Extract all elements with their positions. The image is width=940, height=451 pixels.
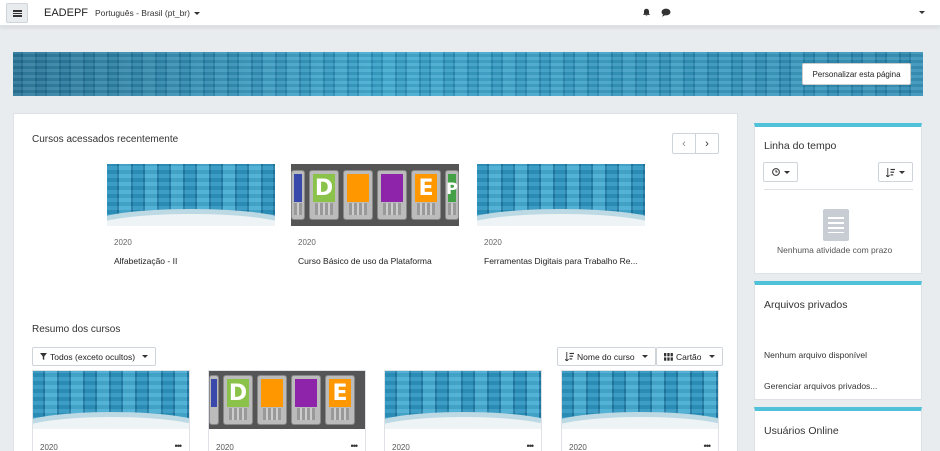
course-year: 2020 <box>569 443 587 451</box>
recent-courses-title: Cursos acessados recentemente <box>32 134 179 145</box>
timeline-filter-button[interactable] <box>763 162 798 182</box>
site-brand[interactable]: EADEPF <box>44 7 88 19</box>
private-files-block: Arquivos privados Nenhum arquivo disponí… <box>754 281 922 400</box>
course-overview-card[interactable]: 2020 ••• <box>561 370 719 451</box>
recent-nav-buttons: ‹ › <box>672 133 719 154</box>
more-actions-icon[interactable]: ••• <box>704 441 712 451</box>
course-year: 2020 <box>114 238 132 247</box>
course-image <box>107 164 275 226</box>
phone-image <box>377 170 407 220</box>
course-image <box>33 371 189 429</box>
phone-image: E <box>411 170 441 220</box>
chat-icon[interactable] <box>661 8 671 17</box>
menu-toggle-button[interactable] <box>6 3 28 23</box>
phone-image <box>343 170 373 220</box>
course-year: 2020 <box>216 443 234 451</box>
next-button[interactable]: › <box>695 134 718 153</box>
user-menu-caret-icon[interactable] <box>919 11 925 14</box>
course-name[interactable]: Curso Básico de uso da Plataforma <box>298 256 459 266</box>
phone-image <box>257 375 287 425</box>
chevron-down-icon <box>899 170 905 174</box>
online-users-title: Usuários Online <box>764 425 839 437</box>
previous-button[interactable]: ‹ <box>673 134 695 153</box>
recent-course-card[interactable]: 2020 Alfabetização - II <box>107 164 275 266</box>
phone-image <box>291 375 321 425</box>
course-year: 2020 <box>40 443 58 451</box>
recent-course-card[interactable]: D E P 2020 Curso Básico de uso da Plataf… <box>291 164 459 266</box>
timeline-empty-text: Nenhuma atividade com prazo <box>777 245 893 255</box>
chevron-down-icon <box>708 355 715 358</box>
language-label: Português - Brasil (pt_br) <box>95 8 190 18</box>
chevron-down-icon <box>641 355 648 358</box>
chevron-down-icon <box>193 12 200 16</box>
manage-private-files-link[interactable]: Gerenciar arquivos privados... <box>764 381 877 391</box>
course-year: 2020 <box>298 238 316 247</box>
view-label: Cartão <box>676 351 702 362</box>
course-image: D E <box>209 371 365 429</box>
timeline-block: Linha do tempo Nenhuma atividade com pra… <box>754 123 922 274</box>
sort-button[interactable]: Nome do curso <box>557 347 656 366</box>
clock-icon <box>771 168 780 176</box>
course-image: D E P <box>291 164 459 226</box>
chevron-left-icon: ‹ <box>682 137 686 150</box>
course-overview-card[interactable]: 2020 ••• <box>32 370 190 451</box>
phone-image <box>291 170 305 220</box>
private-files-empty-text: Nenhum arquivo disponível <box>764 350 868 360</box>
customize-page-button[interactable]: Personalizar esta página <box>802 63 911 85</box>
chevron-right-icon: › <box>705 137 709 150</box>
chevron-down-icon <box>783 170 790 174</box>
grouping-filter-label: Todos (exceto ocultos) <box>50 351 136 362</box>
top-navbar: EADEPF Português - Brasil (pt_br) <box>0 0 940 26</box>
course-image <box>477 164 645 226</box>
recent-course-card[interactable]: 2020 Ferramentas Digitais para Trabalho … <box>477 164 645 266</box>
timeline-title: Linha do tempo <box>764 140 837 152</box>
course-name[interactable]: Ferramentas Digitais para Trabalho Re... <box>484 256 644 266</box>
more-actions-icon[interactable]: ••• <box>175 441 183 451</box>
course-image <box>385 371 541 429</box>
phone-image: P <box>445 170 459 220</box>
chevron-down-icon <box>142 355 149 358</box>
no-events-icon <box>823 209 849 241</box>
course-overview-card[interactable]: D E 2020 ••• <box>208 370 366 451</box>
view-button[interactable]: Cartão <box>656 347 723 366</box>
online-users-block: Usuários Online <box>754 407 922 451</box>
sort-icon <box>565 352 574 361</box>
filter-icon <box>40 353 47 360</box>
course-overview-card[interactable]: 2020 ••• <box>384 370 542 451</box>
phone-image <box>209 375 219 425</box>
more-actions-icon[interactable]: ••• <box>351 441 359 451</box>
menu-icon <box>12 9 22 17</box>
course-year: 2020 <box>484 238 502 247</box>
course-name[interactable]: Alfabetização - II <box>114 256 275 266</box>
grid-icon <box>664 352 673 361</box>
bell-icon[interactable] <box>642 8 651 17</box>
language-selector[interactable]: Português - Brasil (pt_br) <box>95 8 200 18</box>
sort-icon <box>886 167 895 177</box>
timeline-sort-button[interactable] <box>878 162 913 182</box>
sort-label: Nome do curso <box>577 351 635 362</box>
phone-image: E <box>325 375 355 425</box>
phone-image: D <box>309 170 339 220</box>
header-banner <box>13 52 923 96</box>
private-files-title: Arquivos privados <box>764 299 848 311</box>
course-image <box>562 371 718 429</box>
course-year: 2020 <box>392 443 410 451</box>
grouping-filter-button[interactable]: Todos (exceto ocultos) <box>32 347 157 366</box>
divider <box>764 189 913 190</box>
phone-image: D <box>223 375 253 425</box>
course-overview-title: Resumo dos cursos <box>32 324 121 335</box>
more-actions-icon[interactable]: ••• <box>527 441 535 451</box>
